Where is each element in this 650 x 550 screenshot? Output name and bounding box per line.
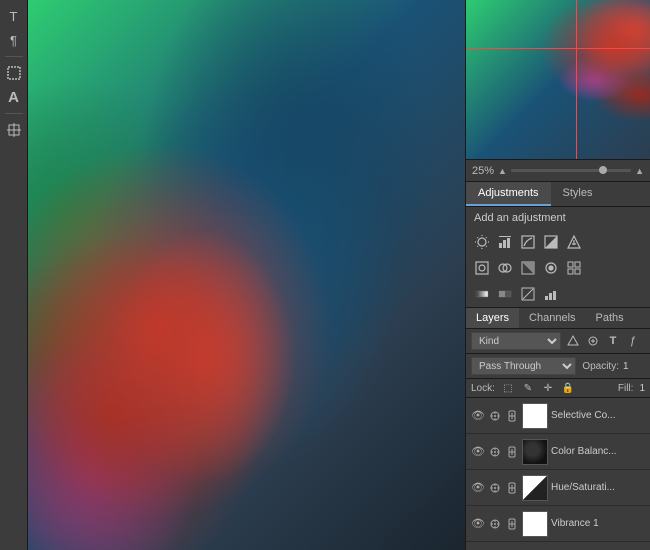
adjustments-panel: Adjustments Styles Add an adjustment [466,182,650,307]
canvas-area [28,0,465,550]
layer-visibility-icon3[interactable] [488,481,502,495]
tool-divider2 [5,113,23,114]
layer-effect-icon[interactable]: ƒ [625,333,641,349]
layer-eye-icon2[interactable]: 👁 [471,445,485,459]
tab-styles[interactable]: Styles [551,182,605,206]
canvas-image [28,0,465,550]
exposure-icon[interactable] [541,232,561,252]
thumbnail-image [466,0,650,159]
layer-eye-icon4[interactable]: 👁 [471,517,485,531]
invert-icon[interactable] [518,284,538,304]
tool-strip: T ¶ A [0,0,28,550]
pass-through-select[interactable]: Pass Through [471,357,576,375]
thumbnail-cursor-v [576,0,577,159]
layer-chain-icon4[interactable] [505,517,519,531]
thumbnail-cursor-h [466,48,650,49]
layer-eye-icon3[interactable]: 👁 [471,481,485,495]
layer-text-icon[interactable]: T [605,333,621,349]
tab-paths[interactable]: Paths [586,308,634,328]
kind-select[interactable]: Kind [471,332,561,350]
hue-saturation-icon[interactable] [472,258,492,278]
lock-paint-icon[interactable]: ✎ [521,381,535,395]
layer-selective-color[interactable]: 👁 [466,398,650,434]
layer-visibility-icon4[interactable] [488,517,502,531]
zoom-value: 25% [472,165,494,177]
layer-chain-icon3[interactable] [505,481,519,495]
layer-hue-saturation[interactable]: 👁 [466,470,650,506]
tab-layers[interactable]: Layers [466,308,519,328]
fill-label: Fill: [618,383,634,394]
layer-eye-icon[interactable]: 👁 [471,409,485,423]
layer-chain-icon[interactable] [505,409,519,423]
adj-icons-row3 [466,281,650,307]
lock-pixels-icon[interactable]: ⬚ [501,381,515,395]
layer-name-vibrance: Vibrance 1 [551,518,645,529]
select-tool[interactable] [3,62,25,84]
tab-adjustments[interactable]: Adjustments [466,182,551,206]
layer-filter-icon[interactable] [565,333,581,349]
posterize-icon[interactable] [541,284,561,304]
zoom-slider[interactable] [511,169,631,172]
layer-color-balance[interactable]: 👁 [466,434,650,470]
layer-name-color-balance: Color Balanc... [551,446,645,457]
channel-mixer-icon[interactable] [564,258,584,278]
opacity-value: 1 [623,361,645,372]
vibrance-icon[interactable] [564,232,584,252]
layers-panel: Layers Channels Paths Kind [466,307,650,550]
zoom-down-arrow[interactable]: ▲ [635,166,644,176]
lock-label: Lock: [471,383,495,394]
zoom-slider-thumb[interactable] [599,166,607,174]
type-tool[interactable]: T [3,5,25,27]
thumbnail-area [466,0,650,160]
lock-move-icon[interactable]: ✛ [541,381,555,395]
pass-through-row: Pass Through Opacity: 1 [466,354,650,379]
layer-thumb-selective [522,403,548,429]
lock-all-icon[interactable]: 🔒 [561,381,575,395]
levels-icon[interactable] [495,232,515,252]
layer-name-selective: Selective Co... [551,410,645,421]
layer-items: 👁 [466,398,650,550]
lock-row: Lock: ⬚ ✎ ✛ 🔒 Fill: 1 [466,379,650,398]
gradient-map-icon[interactable] [472,284,492,304]
layers-tabs: Layers Channels Paths [466,307,650,329]
selective-color-icon[interactable] [495,284,515,304]
adjustments-tabs: Adjustments Styles [466,182,650,207]
black-white-icon[interactable] [518,258,538,278]
photo-filter-icon[interactable] [541,258,561,278]
layer-name-hue: Hue/Saturati... [551,482,645,493]
layer-chain-icon2[interactable] [505,445,519,459]
paragraph-tool[interactable]: ¶ [3,29,25,51]
blend-opacity-row: Kind T ƒ [466,329,650,354]
fill-value: 1 [639,383,645,394]
layer-visibility-icon[interactable] [488,409,502,423]
opacity-label: Opacity: [582,361,619,372]
adjustments-title: Add an adjustment [466,207,650,229]
text-tool[interactable]: A [3,86,25,108]
layer-new-icon[interactable] [585,333,601,349]
color-balance-icon[interactable] [495,258,515,278]
layer-thumb-hue [522,475,548,501]
layer-vibrance[interactable]: 👁 [466,506,650,542]
layer-visibility-icon2[interactable] [488,445,502,459]
tool-divider [5,56,23,57]
layer-thumb-color-balance [522,439,548,465]
adj-icons-row2 [466,255,650,281]
app-container: T ¶ A 25 [0,0,650,550]
layer-thumb-vibrance [522,511,548,537]
zoom-up-arrow[interactable]: ▲ [498,166,507,176]
tab-channels[interactable]: Channels [519,308,585,328]
right-panel: 25% ▲ ▲ Adjustments Styles Add an adjust… [465,0,650,550]
transform-tool[interactable] [3,119,25,141]
curves-icon[interactable] [518,232,538,252]
brightness-contrast-icon[interactable] [472,232,492,252]
zoom-slider-container: ▲ ▲ [498,166,644,176]
adj-icons-row1 [466,229,650,255]
zoom-bar: 25% ▲ ▲ [466,160,650,182]
